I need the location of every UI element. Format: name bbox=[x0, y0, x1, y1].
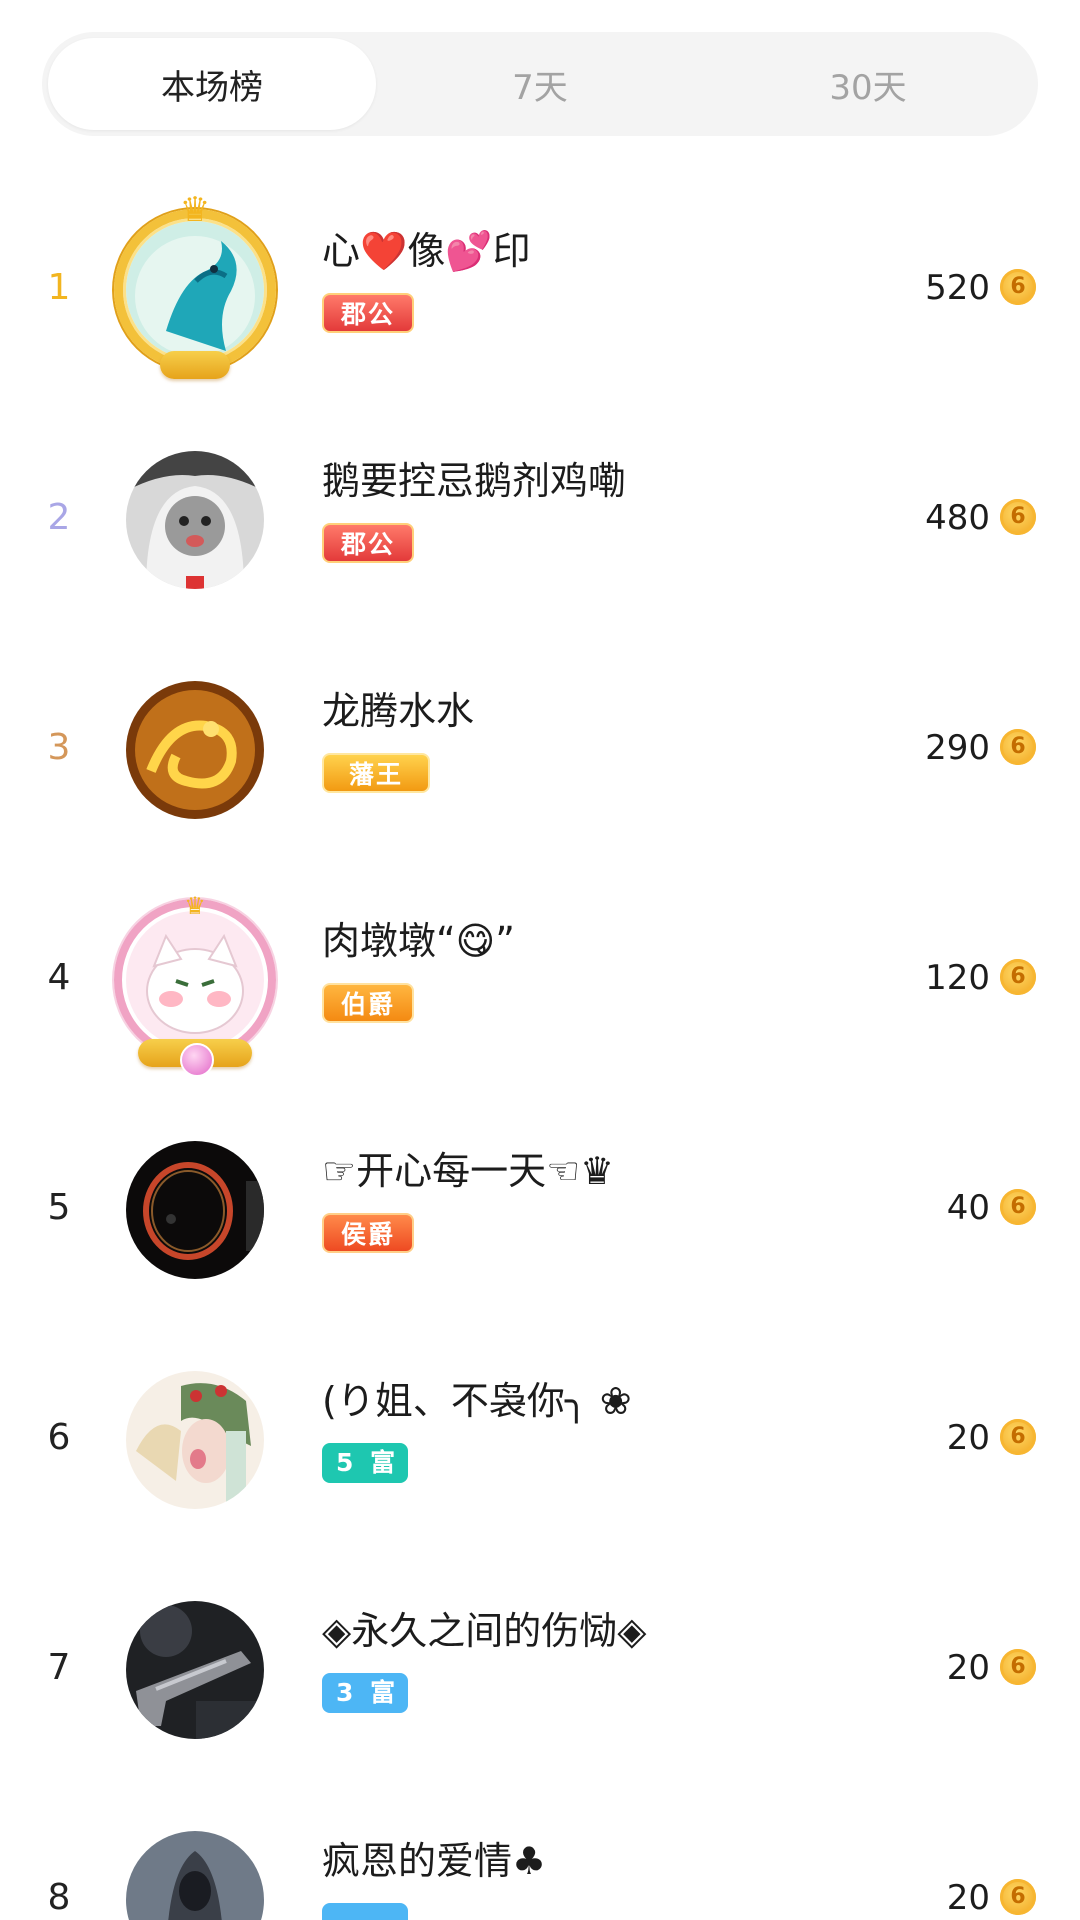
pink-avatar-frame bbox=[114, 899, 276, 1061]
coin-icon: 6 bbox=[1000, 1879, 1036, 1915]
score-value: 20 bbox=[946, 1648, 990, 1688]
coin-icon: 6 bbox=[1000, 1649, 1036, 1685]
crown-icon: ♛ bbox=[184, 892, 206, 920]
ring-avatar[interactable] bbox=[126, 1141, 264, 1279]
wealth-level-badge: 3 富 bbox=[322, 1673, 408, 1713]
rank-title-badge: 郡公 bbox=[322, 523, 414, 563]
rank-title-badge: 藩王 bbox=[322, 753, 430, 793]
user-name: 心❤️像💕印 bbox=[322, 229, 531, 273]
rank-number: 2 bbox=[47, 497, 71, 538]
rank-number: 5 bbox=[47, 1187, 71, 1228]
rank-title-badge: 郡公 bbox=[322, 293, 414, 333]
ranking-row[interactable]: 1 ♛ 心❤️像💕印 郡公 520 6 bbox=[0, 173, 1080, 403]
ranking-row[interactable]: 6 (り姐、不袅你╮ ❀ 5 富 20 6 bbox=[0, 1323, 1080, 1553]
score-value: 20 bbox=[946, 1418, 990, 1458]
score-value: 290 bbox=[925, 728, 990, 768]
score-value: 480 bbox=[925, 498, 990, 538]
frame-ornament-icon bbox=[160, 351, 230, 379]
coin-icon: 6 bbox=[1000, 499, 1036, 535]
cat-avatar[interactable] bbox=[126, 451, 264, 589]
score-value: 40 bbox=[946, 1188, 990, 1228]
ranking-row[interactable]: 7 ◈永久之间的伤恸◈ 3 富 20 6 bbox=[0, 1553, 1080, 1783]
coin-icon: 6 bbox=[1000, 729, 1036, 765]
user-name: 疯恩的爱情♣ bbox=[322, 1839, 547, 1883]
user-name: 肉墩墩“😋” bbox=[322, 919, 515, 963]
leaderboard-page: 本场榜 7天 30天 1 ♛ 心❤️像💕印 郡公 520 6 2 鹅要控忌鹅剂鸡… bbox=[0, 0, 1080, 1920]
hooded-figure-avatar[interactable] bbox=[126, 1831, 264, 1920]
rank-title-badge: 侯爵 bbox=[322, 1213, 414, 1253]
tab-this-session[interactable]: 本场榜 bbox=[48, 38, 376, 130]
ranking-row[interactable]: 4 ♛ 肉墩墩“😋” 伯爵 120 6 bbox=[0, 863, 1080, 1093]
coin-icon: 6 bbox=[1000, 1189, 1036, 1225]
user-name: ◈永久之间的伤恸◈ bbox=[322, 1609, 647, 1653]
period-tab-bar: 本场榜 7天 30天 bbox=[42, 32, 1038, 136]
heart-gem-icon bbox=[180, 1043, 214, 1077]
rank-number: 1 bbox=[47, 267, 71, 308]
gun-avatar[interactable] bbox=[126, 1601, 264, 1739]
coin-icon: 6 bbox=[1000, 959, 1036, 995]
rank-number: 8 bbox=[47, 1877, 71, 1918]
ranking-row[interactable]: 2 鹅要控忌鹅剂鸡嘞 郡公 480 6 bbox=[0, 403, 1080, 633]
score-value: 20 bbox=[946, 1878, 990, 1918]
wealth-level-badge bbox=[322, 1903, 408, 1920]
golden-dragon-avatar[interactable] bbox=[126, 681, 264, 819]
rank-number: 7 bbox=[47, 1647, 71, 1688]
rank-title-badge: 伯爵 bbox=[322, 983, 414, 1023]
score-value: 120 bbox=[925, 958, 990, 998]
tab-7-days[interactable]: 7天 bbox=[376, 38, 704, 130]
rank-number: 4 bbox=[47, 957, 71, 998]
crown-icon: ♛ bbox=[179, 190, 211, 230]
ranking-row[interactable]: 8 疯恩的爱情♣ 20 6 bbox=[0, 1783, 1080, 1920]
user-name: 龙腾水水 bbox=[322, 689, 475, 733]
coin-icon: 6 bbox=[1000, 269, 1036, 305]
ranking-row[interactable]: 5 ☞开心每一天☜♛ 侯爵 40 6 bbox=[0, 1093, 1080, 1323]
ranking-row[interactable]: 3 龙腾水水 藩王 290 6 bbox=[0, 633, 1080, 863]
gold-avatar-frame bbox=[114, 209, 276, 371]
rank-number: 6 bbox=[47, 1417, 71, 1458]
user-name: (り姐、不袅你╮ ❀ bbox=[322, 1379, 632, 1423]
wealth-level-badge: 5 富 bbox=[322, 1443, 408, 1483]
user-name: ☞开心每一天☜♛ bbox=[322, 1149, 615, 1193]
score-value: 520 bbox=[925, 268, 990, 308]
opera-avatar[interactable] bbox=[126, 1371, 264, 1509]
tab-30-days[interactable]: 30天 bbox=[704, 38, 1032, 130]
rank-number: 3 bbox=[47, 727, 71, 768]
user-name: 鹅要控忌鹅剂鸡嘞 bbox=[322, 459, 627, 503]
coin-icon: 6 bbox=[1000, 1419, 1036, 1455]
